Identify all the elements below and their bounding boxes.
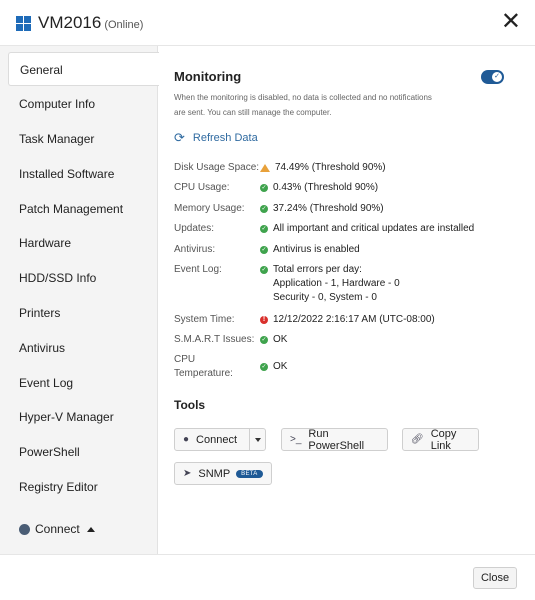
dialog-header: VM2016 (Online) ✕ (0, 0, 535, 46)
check-icon: ✓ (492, 72, 502, 82)
terminal-icon: >_ (290, 434, 302, 445)
stat-label-line: Temperature: (174, 368, 233, 379)
sidebar-item-hdd-ssd-info[interactable]: HDD/SSD Info (0, 261, 158, 295)
stat-label: CPU Temperature: (174, 353, 260, 381)
stat-value: 74.49% (Threshold 90%) (275, 162, 386, 173)
monitoring-description: When the monitoring is disabled, no data… (174, 93, 432, 117)
stat-value: OK (273, 334, 288, 345)
sidebar-connect-label: Connect (35, 522, 80, 536)
stat-value-line: Application - 1, Hardware - 0 (273, 278, 400, 289)
check-circle-icon: ✓ (260, 225, 268, 233)
check-circle-icon: ✓ (260, 336, 268, 344)
online-status: (Online) (104, 19, 144, 31)
main-content: Monitoring When the monitoring is disabl… (159, 46, 535, 554)
snmp-button[interactable]: ➤ SNMP BETA (174, 462, 272, 485)
computer-name: VM2016 (38, 13, 102, 32)
sidebar-item-installed-software[interactable]: Installed Software (0, 157, 158, 191)
stat-label: Updates: (174, 223, 215, 234)
sidebar-connect-menu[interactable]: Connect (19, 522, 95, 536)
send-icon: ➤ (183, 468, 192, 479)
copy-link-label: Copy Link (430, 427, 457, 452)
sidebar: General Computer Info Task Manager Insta… (0, 46, 159, 554)
stat-value: All important and critical updates are i… (273, 223, 475, 234)
globe-icon: ● (183, 434, 190, 445)
monitoring-toggle[interactable]: ✓ (481, 70, 504, 84)
connect-dropdown-toggle[interactable] (249, 429, 265, 450)
sidebar-item-hardware[interactable]: Hardware (0, 226, 158, 260)
run-powershell-label: Run PowerShell (308, 427, 365, 452)
stat-value: 12/12/2022 2:16:17 AM (UTC-08:00) (273, 314, 435, 325)
dialog-footer: Close (0, 554, 535, 600)
link-icon: 🔗︎ (411, 434, 424, 445)
sidebar-item-antivirus[interactable]: Antivirus (0, 331, 158, 365)
sidebar-item-task-manager[interactable]: Task Manager (0, 122, 158, 156)
close-button[interactable]: Close (473, 567, 517, 589)
close-icon[interactable]: ✕ (501, 8, 521, 36)
run-powershell-button[interactable]: >_ Run PowerShell (281, 427, 388, 452)
sidebar-item-registry-editor[interactable]: Registry Editor (0, 470, 158, 504)
error-icon: ! (260, 316, 268, 324)
stat-row-system-time: System Time: ! 12/12/2022 2:16:17 AM (UTC… (174, 313, 435, 327)
monitoring-title: Monitoring (174, 69, 242, 84)
warning-icon (260, 164, 270, 172)
stat-label: Disk Usage Space: (174, 162, 260, 173)
sidebar-item-event-log[interactable]: Event Log (0, 366, 158, 400)
globe-icon (19, 523, 30, 535)
refresh-data-label: Refresh Data (192, 132, 258, 144)
stat-row-memory: Memory Usage: ✓ 37.24% (Threshold 90%) (174, 202, 384, 216)
sidebar-item-general[interactable]: General (8, 52, 159, 86)
check-circle-icon: ✓ (260, 266, 268, 274)
check-circle-icon: ✓ (260, 363, 268, 371)
stat-label: Memory Usage: (174, 203, 245, 214)
dialog-title: VM2016 (Online) (38, 13, 143, 33)
beta-badge: BETA (236, 469, 263, 478)
stat-value: 0.43% (Threshold 90%) (273, 182, 379, 193)
stat-row-cpu-temperature: CPU Temperature: ✓ OK (174, 353, 287, 381)
stat-row-disk: Disk Usage Space: 74.49% (Threshold 90%) (174, 161, 386, 175)
sidebar-item-printers[interactable]: Printers (0, 296, 158, 330)
sidebar-item-powershell[interactable]: PowerShell (0, 435, 158, 469)
stat-value-line: Total errors per day: (273, 264, 362, 275)
check-circle-icon: ✓ (260, 246, 268, 254)
stat-label: Event Log: (174, 264, 222, 275)
stat-label: CPU Usage: (174, 182, 230, 193)
refresh-data-link[interactable]: ⟳ Refresh Data (174, 130, 258, 146)
snmp-label: SNMP (198, 467, 231, 480)
stat-label-line: CPU (174, 354, 196, 365)
sidebar-item-patch-management[interactable]: Patch Management (0, 192, 158, 226)
check-circle-icon: ✓ (260, 205, 268, 213)
connect-button[interactable]: ● Connect (174, 428, 266, 451)
stat-row-smart: S.M.A.R.T Issues: ✓ OK (174, 333, 287, 347)
stat-row-updates: Updates: ✓ All important and critical upd… (174, 222, 474, 236)
stat-value: OK (273, 361, 288, 372)
stat-row-event-log: Event Log: ✓ Total errors per day: Appli… (174, 263, 400, 305)
stat-value-line: Security - 0, System - 0 (273, 292, 377, 303)
stat-label: Antivirus: (174, 244, 216, 255)
check-circle-icon: ✓ (260, 184, 268, 192)
refresh-icon: ⟳ (174, 130, 185, 145)
stat-row-antivirus: Antivirus: ✓ Antivirus is enabled (174, 243, 360, 257)
windows-logo-icon (16, 16, 31, 31)
sidebar-item-hyper-v-manager[interactable]: Hyper-V Manager (0, 400, 158, 434)
chevron-down-icon (254, 437, 261, 442)
caret-up-icon (86, 526, 95, 532)
stat-value: 37.24% (Threshold 90%) (273, 203, 384, 214)
stat-label: System Time: (174, 314, 235, 325)
connect-button-label: Connect (196, 433, 238, 446)
sidebar-item-computer-info[interactable]: Computer Info (0, 87, 158, 121)
copy-link-button[interactable]: 🔗︎ Copy Link (402, 427, 479, 452)
stat-value: Antivirus is enabled (273, 244, 360, 255)
stat-label: S.M.A.R.T Issues: (174, 334, 255, 345)
stat-row-cpu: CPU Usage: ✓ 0.43% (Threshold 90%) (174, 181, 378, 195)
tools-title: Tools (174, 398, 206, 412)
